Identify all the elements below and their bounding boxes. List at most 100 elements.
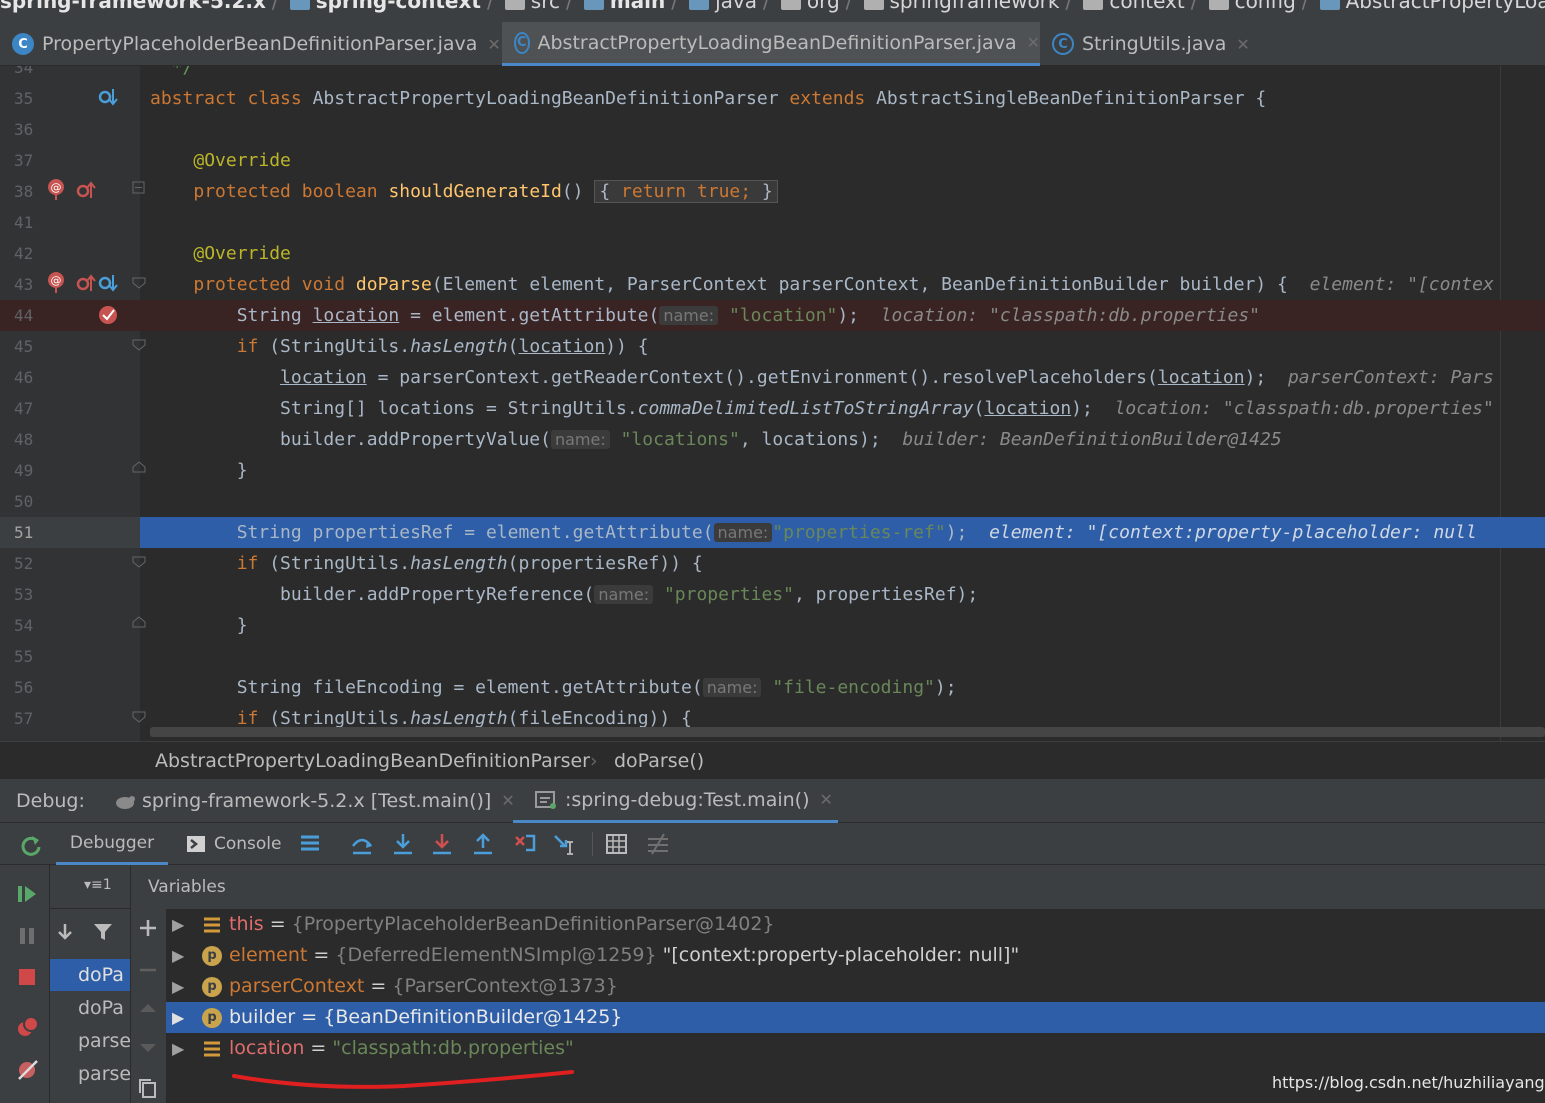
- drop-frame-icon[interactable]: [512, 832, 538, 856]
- horizontal-scrollbar[interactable]: [150, 727, 1545, 737]
- code-line[interactable]: protected void doParse(Element element, …: [140, 269, 1545, 300]
- tab-console[interactable]: Console: [186, 823, 282, 865]
- code-line-breakpoint[interactable]: String location = element.getAttribute(n…: [140, 300, 1545, 331]
- nav-crumb-src[interactable]: src: [504, 0, 560, 13]
- remove-watch-icon[interactable]: [137, 959, 159, 981]
- variable-row[interactable]: ▶ this = {PropertyPlaceholderBeanDefinit…: [166, 909, 1545, 940]
- code-line[interactable]: }: [140, 455, 1545, 486]
- frame-item[interactable]: doPa: [50, 959, 130, 991]
- nav-crumb-org[interactable]: org: [780, 0, 840, 13]
- implemented-down-icon[interactable]: [97, 87, 119, 109]
- code-line[interactable]: @Override: [140, 238, 1545, 269]
- line-number-current: 51: [0, 517, 140, 548]
- nav-crumb-context[interactable]: context: [1083, 0, 1185, 13]
- close-icon[interactable]: ✕: [1027, 33, 1040, 52]
- code-line[interactable]: builder.addPropertyValue(name: "location…: [140, 424, 1545, 455]
- close-icon[interactable]: ✕: [1236, 35, 1249, 54]
- frame-item[interactable]: doPa: [50, 992, 130, 1024]
- code-line[interactable]: String[] locations = StringUtils.commaDe…: [140, 393, 1545, 424]
- code-line[interactable]: if (StringUtils.hasLength(location)) {: [140, 331, 1545, 362]
- close-icon[interactable]: ✕: [819, 778, 832, 822]
- menu-lines-icon[interactable]: [299, 832, 321, 854]
- code-line[interactable]: builder.addPropertyReference(name: "prop…: [140, 579, 1545, 610]
- line-number: 55: [14, 647, 34, 666]
- debug-session-tab-gradle[interactable]: :spring-debug:Test.main() ✕: [513, 779, 838, 823]
- variable-row[interactable]: ▶ p parserContext = {ParserContext@1373}: [166, 971, 1545, 1002]
- nav-crumb-class[interactable]: AbstractPropertyLoadingBeanDe: [1319, 0, 1545, 13]
- code-line[interactable]: abstract class AbstractPropertyLoadingBe…: [140, 83, 1545, 114]
- package-icon: [1208, 0, 1229, 10]
- expand-arrow-icon[interactable]: ▶: [172, 1033, 184, 1064]
- overrides-up-icon[interactable]: [75, 273, 97, 295]
- code-line[interactable]: @Override: [140, 145, 1545, 176]
- step-out-icon[interactable]: [471, 832, 495, 856]
- line-number: 50: [14, 492, 34, 511]
- overrides-up-icon[interactable]: [75, 180, 97, 202]
- mute-breakpoints-icon[interactable]: [16, 1058, 40, 1082]
- frame-item[interactable]: parse: [50, 1058, 130, 1090]
- expand-arrow-icon[interactable]: ▶: [172, 1002, 184, 1033]
- code-line-current-execution[interactable]: String propertiesRef = element.getAttrib…: [140, 517, 1545, 548]
- breadcrumb-class[interactable]: AbstractPropertyLoadingBeanDefinitionPar…: [155, 742, 590, 780]
- stop-icon[interactable]: [16, 966, 38, 988]
- line-number: 37: [14, 151, 34, 170]
- run-to-cursor-icon[interactable]: [552, 832, 578, 856]
- override-at-icon[interactable]: @: [45, 178, 67, 200]
- expand-arrow-icon[interactable]: ▶: [172, 940, 184, 971]
- nav-crumb-project[interactable]: spring-framework-5.2.x: [0, 0, 266, 13]
- expand-arrow-icon[interactable]: ▶: [172, 971, 184, 1002]
- debug-tool-window-header: Debug: spring-framework-5.2.x [Test.main…: [0, 779, 1545, 823]
- view-breakpoints-icon[interactable]: [16, 1015, 40, 1039]
- move-up-icon[interactable]: [137, 997, 159, 1019]
- expand-arrow-icon[interactable]: ▶: [172, 909, 184, 940]
- nav-crumb-java[interactable]: java: [689, 0, 757, 13]
- show-execution-point-icon[interactable]: [350, 832, 374, 856]
- tab-property-placeholder-parser[interactable]: C PropertyPlaceholderBeanDefinitionParse…: [12, 22, 502, 66]
- code-line[interactable]: protected boolean shouldGenerateId() { r…: [140, 176, 1545, 207]
- variable-row-selected[interactable]: ▶ p builder = {BeanDefinitionBuilder@142…: [166, 1002, 1545, 1033]
- breadcrumb-method[interactable]: doParse(): [614, 742, 704, 780]
- resume-icon[interactable]: [16, 883, 38, 905]
- code-line[interactable]: String fileEncoding = element.getAttribu…: [140, 672, 1545, 703]
- threads-filter[interactable]: ▾≡1: [84, 877, 112, 893]
- copy-icon[interactable]: [137, 1077, 159, 1099]
- pause-icon[interactable]: [16, 925, 38, 947]
- debug-label: Debug:: [16, 790, 85, 812]
- code-line[interactable]: location = parserContext.getReaderContex…: [140, 362, 1545, 393]
- evaluate-expression-icon[interactable]: [605, 832, 629, 856]
- move-down-icon[interactable]: [137, 1037, 159, 1059]
- debug-session-tab-project[interactable]: spring-framework-5.2.x [Test.main()] ✕: [112, 779, 515, 823]
- tab-abstract-property-loading-parser[interactable]: C AbstractPropertyLoadingBeanDefinitionP…: [502, 22, 1040, 66]
- nav-crumb-main[interactable]: main: [583, 0, 665, 13]
- step-into-icon[interactable]: [430, 832, 454, 856]
- line-number: 48: [14, 430, 34, 449]
- package-icon: [1083, 0, 1104, 10]
- add-watch-icon[interactable]: [137, 917, 159, 939]
- line-number: 45: [14, 337, 34, 356]
- module-folder-icon: [289, 0, 310, 10]
- line-number: 56: [14, 678, 34, 697]
- rerun-icon[interactable]: [18, 833, 42, 857]
- step-over-icon[interactable]: [391, 832, 415, 856]
- implemented-down-icon[interactable]: [97, 273, 119, 295]
- editor-gutter[interactable]: 34 35 36 37 38 41 42 43 44 45 46 47 48 4…: [0, 66, 146, 741]
- arrow-down-icon[interactable]: [54, 921, 76, 943]
- frame-item[interactable]: parse: [50, 1025, 130, 1057]
- filter-icon[interactable]: [92, 921, 114, 943]
- code-line[interactable]: if (StringUtils.hasLength(propertiesRef)…: [140, 548, 1545, 579]
- nav-crumb-module[interactable]: spring-context: [289, 0, 481, 13]
- nav-crumb-config[interactable]: config: [1208, 0, 1296, 13]
- code-editor[interactable]: 34 35 36 37 38 41 42 43 44 45 46 47 48 4…: [0, 66, 1545, 741]
- close-icon[interactable]: ✕: [487, 35, 500, 54]
- tab-string-utils[interactable]: C StringUtils.java ✕: [1052, 22, 1252, 66]
- code-line[interactable]: }: [140, 610, 1545, 641]
- class-icon: C: [12, 33, 34, 55]
- code-line[interactable]: */: [140, 66, 1545, 83]
- variable-row[interactable]: ▶ location = "classpath:db.properties": [166, 1033, 1545, 1064]
- variable-row[interactable]: ▶ p element = {DeferredElementNSImpl@125…: [166, 940, 1545, 971]
- trace-icon[interactable]: [646, 832, 670, 856]
- tab-debugger[interactable]: Debugger: [56, 823, 168, 865]
- breakpoint-icon[interactable]: [98, 304, 120, 326]
- override-at-icon[interactable]: @: [45, 271, 67, 293]
- nav-crumb-springframework[interactable]: springframework: [863, 0, 1060, 13]
